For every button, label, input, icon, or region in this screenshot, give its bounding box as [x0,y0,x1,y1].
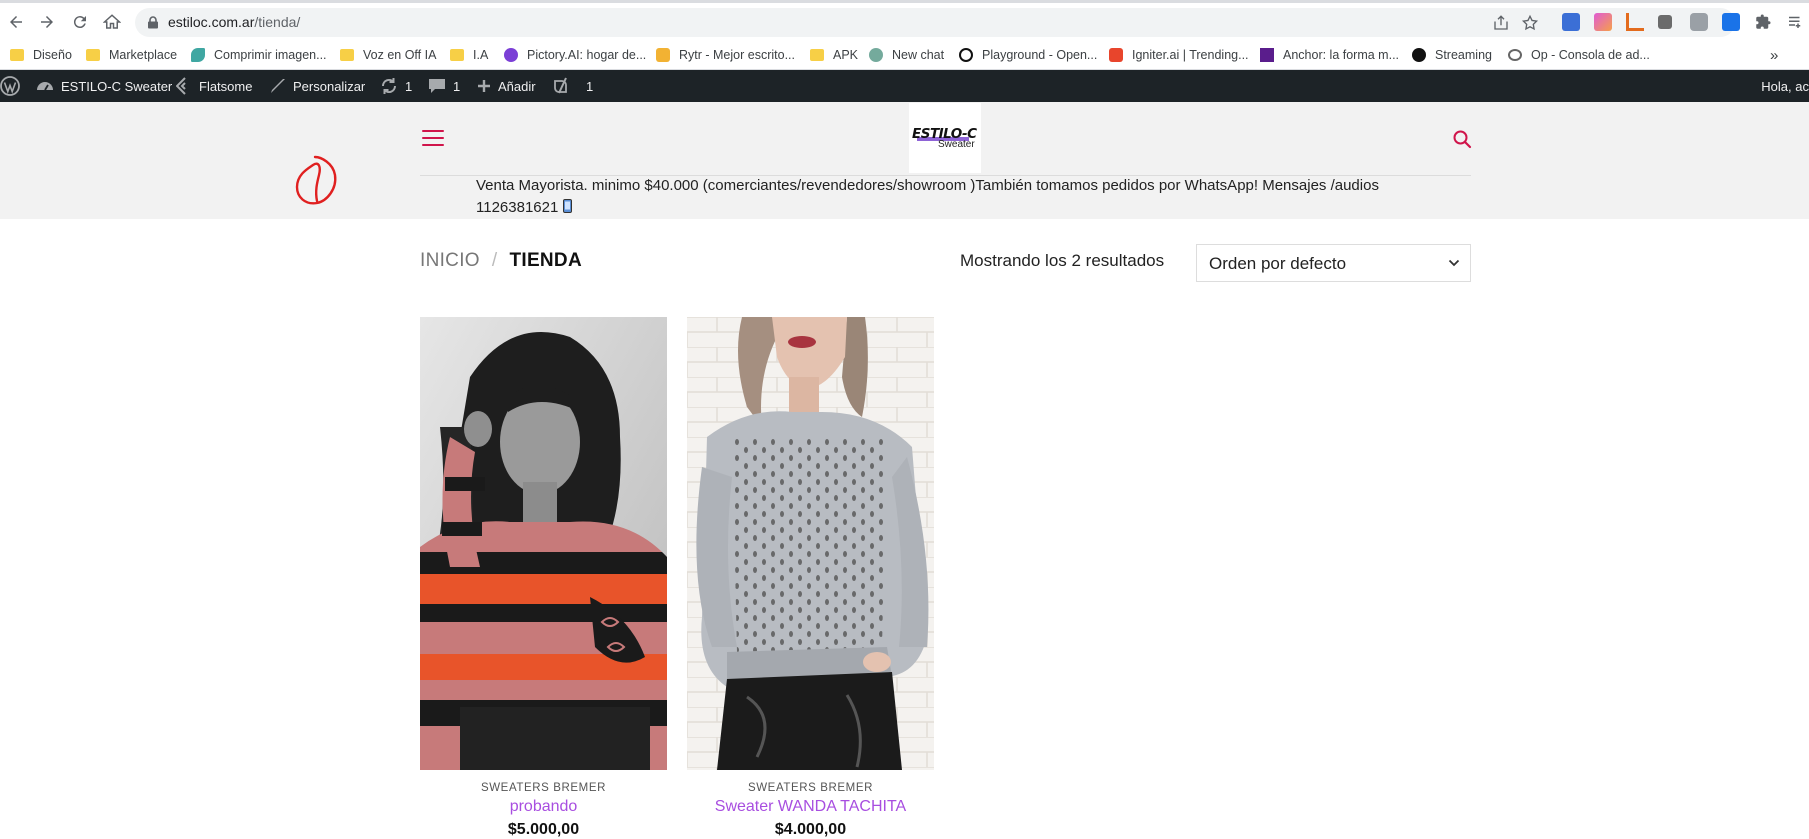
bookmark-igniter[interactable]: Igniter.ai | Trending... [1109,45,1249,65]
wordpress-icon [0,76,20,96]
yoast-icon [554,77,567,94]
admin-comments[interactable]: 1 [428,70,460,102]
anchor-icon [1260,48,1274,62]
admin-greeting[interactable]: Hola, ac [1761,70,1809,102]
pictory-icon [504,48,518,62]
compress-icon [191,48,205,62]
product-category[interactable]: SWEATERS BREMER [687,782,934,794]
logo-subtitle: Sweater [938,139,975,150]
breadcrumb-current: TIENDA [509,250,582,271]
arrow-left-icon [10,16,22,28]
search-icon[interactable] [1452,129,1472,149]
bookmark-pictory[interactable]: Pictory.AI: hogar de... [504,45,646,65]
admin-customize[interactable]: Personalizar [270,70,365,102]
folder-icon [810,49,824,61]
puzzle-icon[interactable] [1754,13,1772,31]
browser-toolbar: estiloc.com.ar/tienda/ [0,0,1809,39]
wp-logo[interactable] [0,70,27,102]
admin-yoast[interactable]: 1 [553,70,593,102]
folder-icon [340,49,354,61]
mobile-phone-icon [563,199,573,213]
wholesale-banner: Venta Mayorista. minimo $40.000 (comerci… [476,177,1379,216]
product-photo-striped-sweater [420,317,667,770]
reload-icon [73,16,86,29]
comment-icon [429,79,445,93]
extension-gradient-icon[interactable] [1594,13,1612,31]
bookmark-apk[interactable]: APK [810,45,858,65]
op-icon [1508,49,1522,61]
orderby-select[interactable]: Orden por defecto [1196,244,1471,282]
share-icon[interactable] [1492,14,1510,32]
url-text: estiloc.com.ar/tienda/ [168,14,301,30]
breadcrumb: INICIO / TIENDA [420,250,582,272]
dashboard-icon [37,82,53,91]
menu-toggle-button[interactable] [422,130,444,148]
bookmark-comprimir[interactable]: Comprimir imagen... [191,45,327,65]
product-title[interactable]: probando [420,798,667,816]
home-icon [103,14,121,29]
result-count: Mostrando los 2 resultados [960,251,1165,270]
admin-updates[interactable]: 1 [380,70,412,102]
product-title[interactable]: Sweater WANDA TACHITA [687,798,934,816]
scribble-annotation [295,155,337,205]
bookmark-rytr[interactable]: Rytr - Mejor escrito... [656,45,795,65]
bookmark-ia[interactable]: I.A [450,45,488,65]
home-button[interactable] [100,10,124,34]
updates-icon [381,78,397,94]
breadcrumb-separator: / [491,250,498,271]
streaming-icon [1412,48,1426,62]
product-image[interactable] [420,317,667,770]
address-bar[interactable]: estiloc.com.ar/tienda/ [135,8,1735,37]
product-price: $5.000,00 [507,821,580,838]
bookmark-diseno[interactable]: Diseño [10,45,72,65]
chevron-down-icon [1448,259,1460,267]
bookmark-new-chat[interactable]: New chat [869,45,944,65]
folder-icon [10,49,24,61]
plus-icon [478,80,490,92]
extension-translate-icon[interactable] [1562,13,1580,31]
arrow-right-icon [41,16,53,28]
bookmark-op[interactable]: Op - Consola de ad... [1508,45,1650,65]
brush-icon [271,79,285,93]
admin-add-new[interactable]: Añadir [477,70,536,102]
product-image[interactable] [687,317,934,770]
reload-button[interactable] [68,10,92,34]
admin-site-name[interactable]: ESTILO-C Sweater [36,70,172,102]
folder-icon [86,49,100,61]
star-icon[interactable] [1521,14,1539,32]
bookmark-playground[interactable]: Playground - Open... [959,45,1097,65]
product-card[interactable]: SWEATERS BREMER probando $5.000,00 [420,317,667,839]
product-card[interactable]: SWEATERS BREMER Sweater WANDA TACHITA $4… [687,317,934,839]
reading-list-icon[interactable] [1786,13,1804,31]
admin-flatsome[interactable]: Flatsome [176,70,252,102]
bookmarks-bar: Diseño Marketplace Comprimir imagen... V… [0,39,1809,70]
rytr-icon [656,48,670,62]
wp-admin-bar: ESTILO-C Sweater Flatsome Personalizar 1… [0,70,1809,102]
extension-download-icon[interactable] [1722,13,1740,31]
forward-button[interactable] [35,10,59,34]
breadcrumb-home-link[interactable]: INICIO [420,250,480,272]
site-logo[interactable]: ESTILO-C Sweater [909,103,981,173]
igniter-icon [1109,48,1123,62]
extension-ruler-icon[interactable] [1626,13,1644,31]
bookmark-marketplace[interactable]: Marketplace [86,45,177,65]
folder-icon [450,49,464,61]
product-category[interactable]: SWEATERS BREMER [420,782,667,794]
bookmarks-overflow[interactable]: » [1770,45,1778,65]
openai-icon [959,48,973,62]
bookmark-streaming[interactable]: Streaming [1412,45,1492,65]
extension-camera-icon[interactable] [1690,13,1708,31]
chatgpt-icon [869,48,883,62]
bookmark-anchor[interactable]: Anchor: la forma m... [1260,45,1399,65]
extension-picker-icon[interactable] [1658,15,1672,29]
product-price: $4.000,00 [774,821,847,838]
lock-icon [148,16,158,29]
orderby-value: Orden por defecto [1209,254,1347,273]
back-button[interactable] [4,10,28,34]
flatsome-icon [176,77,186,95]
product-photo-grey-sweater [687,317,934,770]
bookmark-voz-en-off[interactable]: Voz en Off IA [340,45,436,65]
